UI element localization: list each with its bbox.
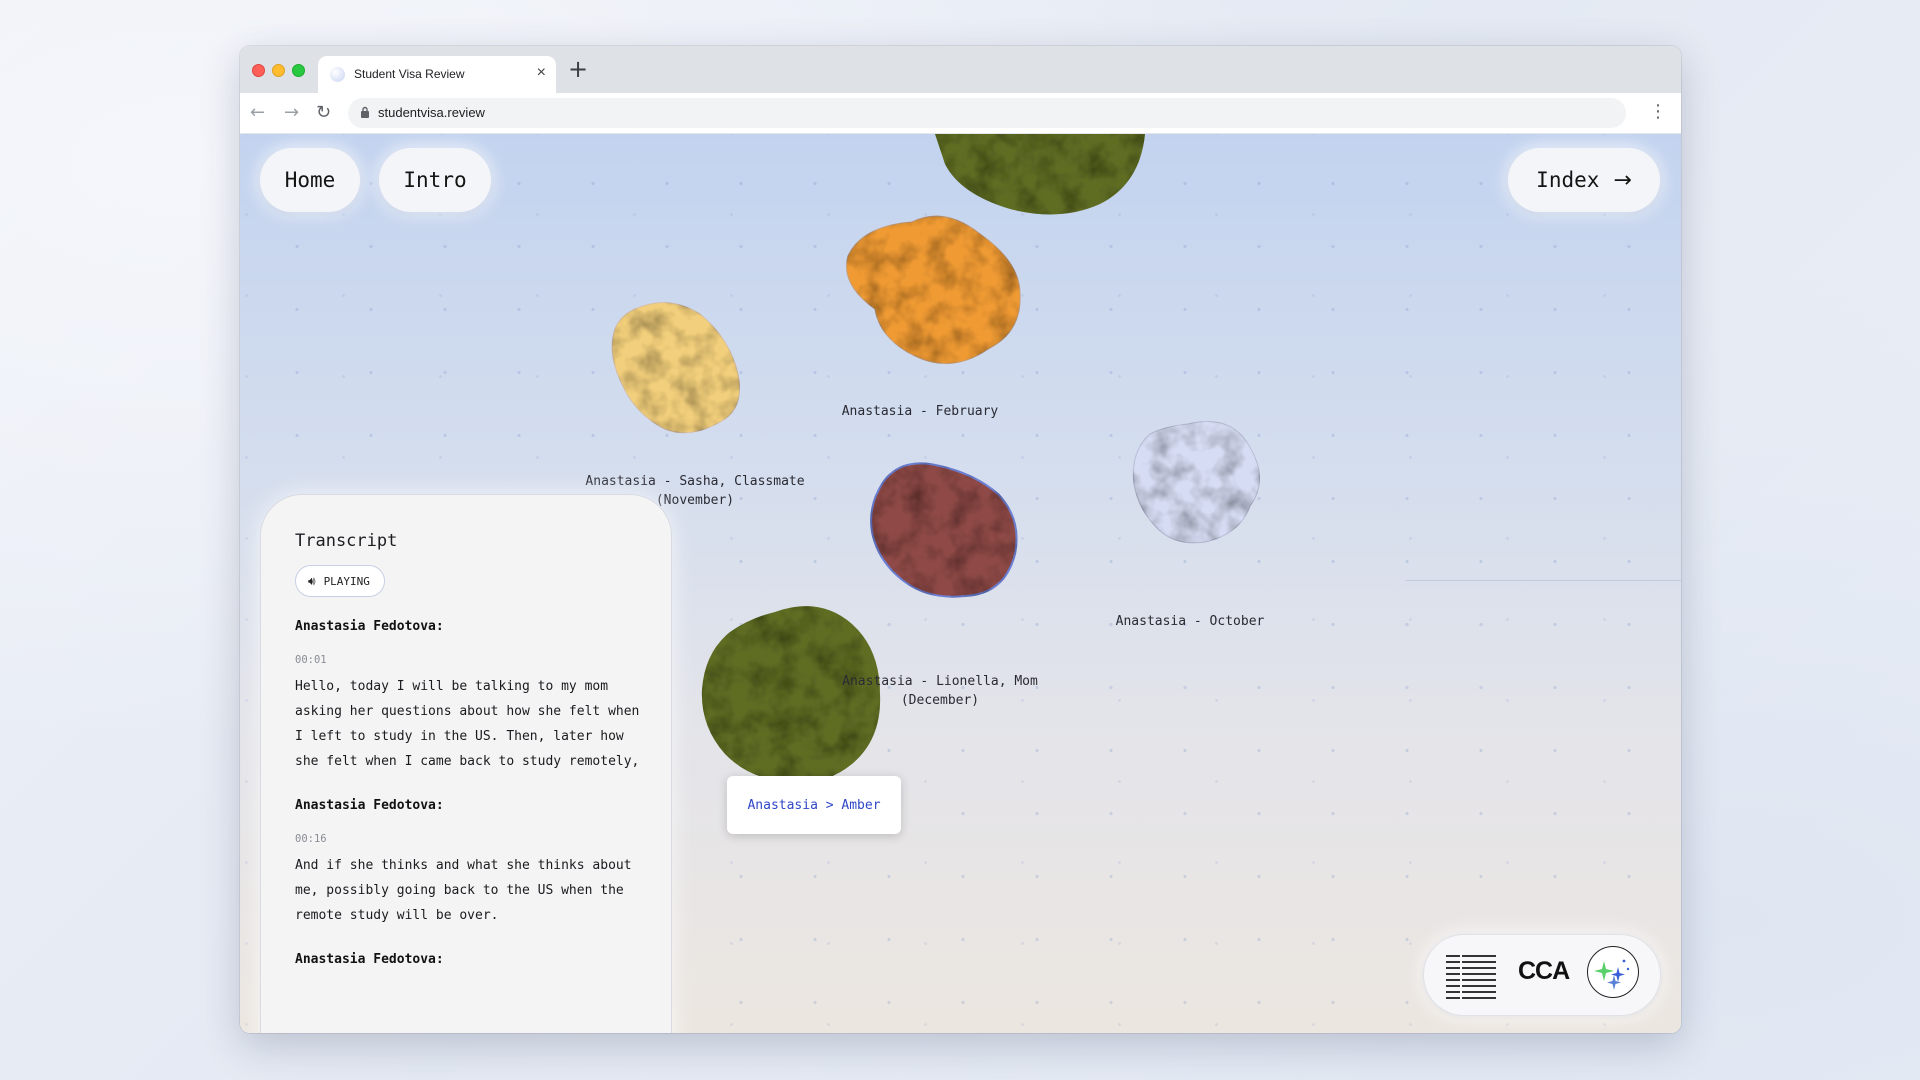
blob-october[interactable] (1132, 421, 1260, 544)
url-text: studentvisa.review (378, 105, 485, 120)
back-icon[interactable]: ← (250, 102, 265, 123)
transcript-timestamp[interactable]: 00:01 (295, 654, 643, 666)
browser-menu-icon[interactable]: ⋮ (1649, 101, 1667, 122)
breadcrumb-tag[interactable]: Anastasia > Amber (727, 776, 901, 834)
transcript-panel[interactable]: Transcript 🔊︎ PLAYING Anastasia Fedotova… (260, 494, 672, 1033)
home-label: Home (284, 168, 336, 192)
blob-label-lionella-line1: Anastasia - Lionella, Mom (842, 674, 1038, 689)
blob-february[interactable] (846, 215, 1021, 365)
browser-tab[interactable]: Student Visa Review × (318, 56, 556, 93)
blob-sasha-november[interactable] (611, 302, 740, 434)
new-tab-button[interactable]: + (568, 55, 588, 83)
transcript-speaker: Anastasia Fedotova: (295, 952, 444, 967)
breadcrumb-tag-text: Anastasia > Amber (747, 797, 881, 813)
browser-window: Student Visa Review × + ← → ↻ studentvis… (240, 46, 1681, 1033)
speaker-icon: 🔊︎ (308, 573, 316, 588)
maximize-window-button[interactable] (292, 64, 305, 77)
tab-close-icon[interactable]: × (537, 64, 546, 82)
favicon-icon (330, 67, 345, 82)
home-button[interactable]: Home (260, 148, 360, 212)
tab-title: Student Visa Review (354, 67, 465, 81)
page-viewport: Home Intro Index → Anastasia - February … (240, 134, 1681, 1033)
blob-label-lionella-line2: (December) (900, 693, 980, 708)
blob-label-october: Anastasia - October (1115, 614, 1265, 629)
arrow-right-icon: → (1613, 167, 1632, 193)
sponsor-logos: CCA (1423, 934, 1661, 1016)
address-bar[interactable]: studentvisa.review (348, 98, 1626, 128)
blob-top[interactable] (935, 134, 1145, 215)
transcript-speaker: Anastasia Fedotova: (295, 619, 444, 634)
blob-label-sasha-line1: Anastasia - Sasha, Classmate (585, 474, 805, 489)
blob-lionella-december[interactable] (870, 462, 1018, 598)
intro-label: Intro (403, 168, 467, 192)
index-button[interactable]: Index → (1508, 148, 1660, 212)
cca-logo[interactable]: CCA (1518, 957, 1570, 986)
transcript-title: Transcript (295, 531, 398, 551)
blob-label-february: Anastasia - February (841, 404, 999, 419)
playing-button[interactable]: 🔊︎ PLAYING (295, 565, 385, 597)
close-window-button[interactable] (252, 64, 265, 77)
title-bar: Student Visa Review × + (240, 46, 1681, 93)
transcript-speaker: Anastasia Fedotova: (295, 798, 444, 813)
browser-toolbar: ← → ↻ studentvisa.review ⋮ (240, 93, 1681, 134)
lock-icon (361, 106, 369, 118)
minimize-window-button[interactable] (272, 64, 285, 77)
forward-icon[interactable]: → (284, 102, 299, 123)
intro-button[interactable]: Intro (379, 148, 491, 212)
transcript-text: Hello, today I will be talking to my mom… (295, 679, 640, 769)
playing-status: PLAYING (323, 574, 370, 588)
transcript-timestamp[interactable]: 00:16 (295, 833, 643, 845)
reload-icon[interactable]: ↻ (316, 102, 331, 123)
transcript-text: And if she thinks and what she thinks ab… (295, 858, 632, 923)
blob-label-lionella: Anastasia - Lionella, Mom (December) (830, 672, 1050, 710)
sparkle-logo-icon[interactable] (1587, 946, 1639, 998)
index-label: Index (1536, 168, 1600, 192)
architecture-logo-icon[interactable] (1446, 953, 1498, 999)
